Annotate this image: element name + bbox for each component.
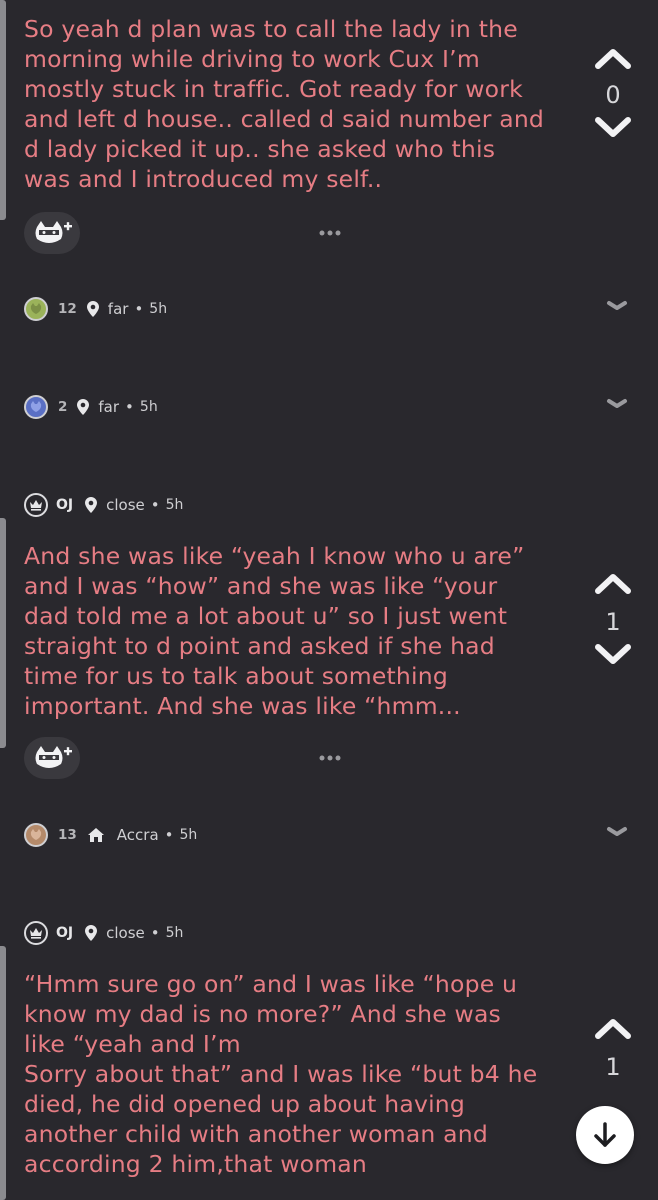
crown-icon xyxy=(30,500,42,511)
home-icon xyxy=(87,828,104,842)
cat-face-icon xyxy=(30,303,42,314)
timestamp: 5h xyxy=(179,827,198,843)
timestamp: 5h xyxy=(165,925,184,941)
thread-indicator-bar xyxy=(0,946,6,1200)
op-meta: OJ close • 5h xyxy=(24,920,183,946)
location-pin-icon xyxy=(86,301,99,317)
cat-mask-plus-icon xyxy=(35,746,72,768)
location-label: far xyxy=(98,398,120,416)
avatar[interactable] xyxy=(24,823,48,847)
more-dots-icon[interactable] xyxy=(318,754,342,762)
separator-dot: • xyxy=(150,496,160,514)
separator-dot: • xyxy=(134,300,144,318)
op-label: OJ xyxy=(56,497,74,513)
vote-control: 1 xyxy=(588,571,638,667)
reply-meta: 13 Accra • 5h xyxy=(24,822,197,848)
crown-icon xyxy=(30,928,42,939)
expand-chevron-icon[interactable] xyxy=(606,825,628,839)
location-label: Accra xyxy=(116,826,159,844)
cat-mask-plus-icon xyxy=(35,221,72,243)
arrow-down-icon xyxy=(594,1122,616,1147)
downvote-icon[interactable] xyxy=(594,641,632,667)
avatar[interactable] xyxy=(24,297,48,321)
reply-meta: 2 far • 5h xyxy=(24,394,158,420)
op-badge xyxy=(24,493,48,517)
op-badge xyxy=(24,921,48,945)
location-label: close xyxy=(106,496,145,514)
thread-indicator-bar xyxy=(0,518,6,748)
reply-count: 12 xyxy=(58,301,77,317)
expand-chevron-icon[interactable] xyxy=(606,299,628,313)
location-pin-icon xyxy=(77,399,90,415)
location-pin-icon xyxy=(85,925,98,941)
reply-meta: 12 far • 5h xyxy=(24,296,167,322)
scroll-down-button[interactable] xyxy=(576,1106,634,1164)
separator-dot: • xyxy=(164,826,174,844)
timestamp: 5h xyxy=(149,301,168,317)
vote-count: 1 xyxy=(605,1053,621,1081)
reply-count: 2 xyxy=(58,399,68,415)
post-text: And she was like “yeah I know who u are”… xyxy=(24,542,525,720)
location-label: far xyxy=(107,300,129,318)
vote-control: 0 xyxy=(588,46,638,140)
vote-control: 1 xyxy=(588,1016,638,1086)
op-label: OJ xyxy=(56,925,74,941)
post-text: “Hmm sure go on” and I was like “hope u … xyxy=(24,970,538,1178)
op-meta: OJ close • 5h xyxy=(24,492,183,518)
separator-dot: • xyxy=(125,398,134,416)
more-dots-icon[interactable] xyxy=(318,229,342,237)
reply-count: 13 xyxy=(58,827,77,843)
location-label: close xyxy=(106,924,145,942)
location-pin-icon xyxy=(85,497,98,513)
cat-face-icon xyxy=(30,401,42,412)
timestamp: 5h xyxy=(165,497,184,513)
avatar[interactable] xyxy=(24,395,48,419)
react-button[interactable] xyxy=(24,737,80,779)
upvote-icon[interactable] xyxy=(594,46,632,72)
expand-chevron-icon[interactable] xyxy=(606,397,628,411)
upvote-icon[interactable] xyxy=(594,571,632,597)
vote-count: 0 xyxy=(605,81,621,109)
upvote-icon[interactable] xyxy=(594,1016,632,1042)
separator-dot: • xyxy=(150,924,160,942)
react-button[interactable] xyxy=(24,212,80,254)
post-text: So yeah d plan was to call the lady in t… xyxy=(24,15,545,193)
timestamp: 5h xyxy=(139,399,158,415)
vote-count: 1 xyxy=(605,608,621,636)
downvote-icon[interactable] xyxy=(594,114,632,140)
cat-face-icon xyxy=(30,829,42,840)
thread-indicator-bar xyxy=(0,0,6,220)
